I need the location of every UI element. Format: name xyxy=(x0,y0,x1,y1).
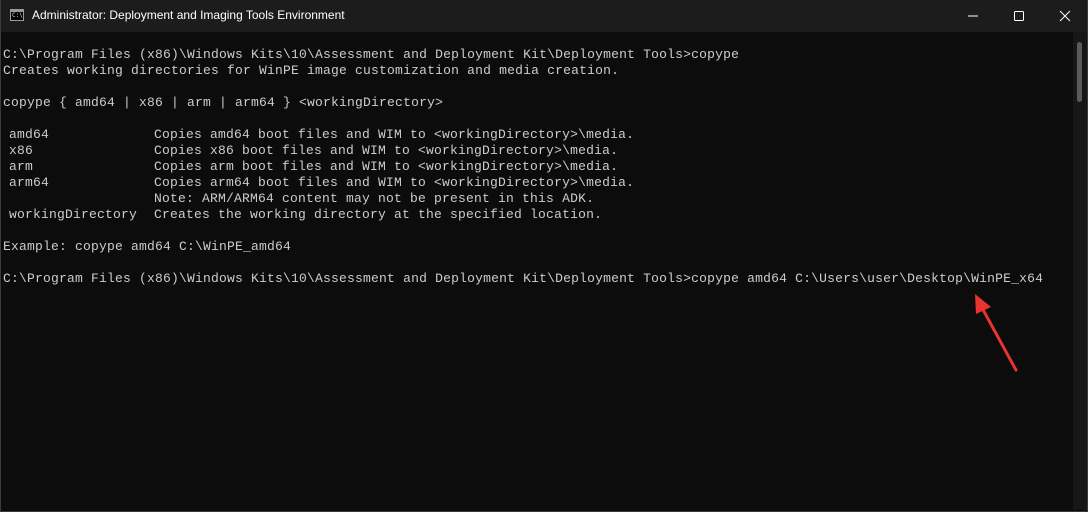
option-description: Copies arm boot files and WIM to <workin… xyxy=(154,159,619,174)
option-row: arm64 Copies arm64 boot files and WIM to… xyxy=(3,175,1073,191)
example-line: Example: copype amd64 C:\WinPE_amd64 xyxy=(3,239,292,254)
title-bar[interactable]: C:\ Administrator: Deployment and Imagin… xyxy=(1,0,1087,32)
option-name: arm64 xyxy=(9,175,50,190)
console-window: C:\ Administrator: Deployment and Imagin… xyxy=(0,0,1088,512)
command-description: Creates working directories for WinPE im… xyxy=(3,63,620,78)
option-description: Copies x86 boot files and WIM to <workin… xyxy=(154,143,619,158)
option-description: Copies amd64 boot files and WIM to <work… xyxy=(154,127,635,142)
option-row: x86 Copies x86 boot files and WIM to <wo… xyxy=(3,143,1073,159)
option-description: Creates the working directory at the spe… xyxy=(154,207,603,222)
option-description: Copies arm64 boot files and WIM to <work… xyxy=(154,175,635,190)
option-row: arm Copies arm boot files and WIM to <wo… xyxy=(3,159,1073,175)
command-prompt-line: C:\Program Files (x86)\Windows Kits\10\A… xyxy=(3,271,1044,286)
option-row: Note: ARM/ARM64 content may not be prese… xyxy=(3,191,1073,207)
vertical-scrollbar[interactable] xyxy=(1073,32,1087,510)
command-prompt-line: C:\Program Files (x86)\Windows Kits\10\A… xyxy=(3,47,740,62)
option-name: amd64 xyxy=(9,127,50,142)
usage-line: copype { amd64 | x86 | arm | arm64 } <wo… xyxy=(3,95,444,110)
cmd-icon: C:\ xyxy=(10,9,24,21)
console-output[interactable]: C:\Program Files (x86)\Windows Kits\10\A… xyxy=(3,47,1073,287)
close-button[interactable] xyxy=(1042,0,1087,32)
minimize-icon xyxy=(968,15,978,17)
option-name: arm xyxy=(9,159,34,174)
option-name: workingDirectory xyxy=(9,207,138,222)
option-name: x86 xyxy=(9,143,34,158)
maximize-button[interactable] xyxy=(996,0,1042,32)
close-icon xyxy=(1059,10,1071,22)
maximize-icon xyxy=(1014,11,1024,21)
option-note: Note: ARM/ARM64 content may not be prese… xyxy=(154,191,595,206)
scrollbar-thumb[interactable] xyxy=(1077,42,1082,102)
window-title: Administrator: Deployment and Imaging To… xyxy=(32,8,345,22)
option-row: amd64 Copies amd64 boot files and WIM to… xyxy=(3,127,1073,143)
minimize-button[interactable] xyxy=(950,0,996,32)
option-row: workingDirectory Creates the working dir… xyxy=(3,207,1073,223)
